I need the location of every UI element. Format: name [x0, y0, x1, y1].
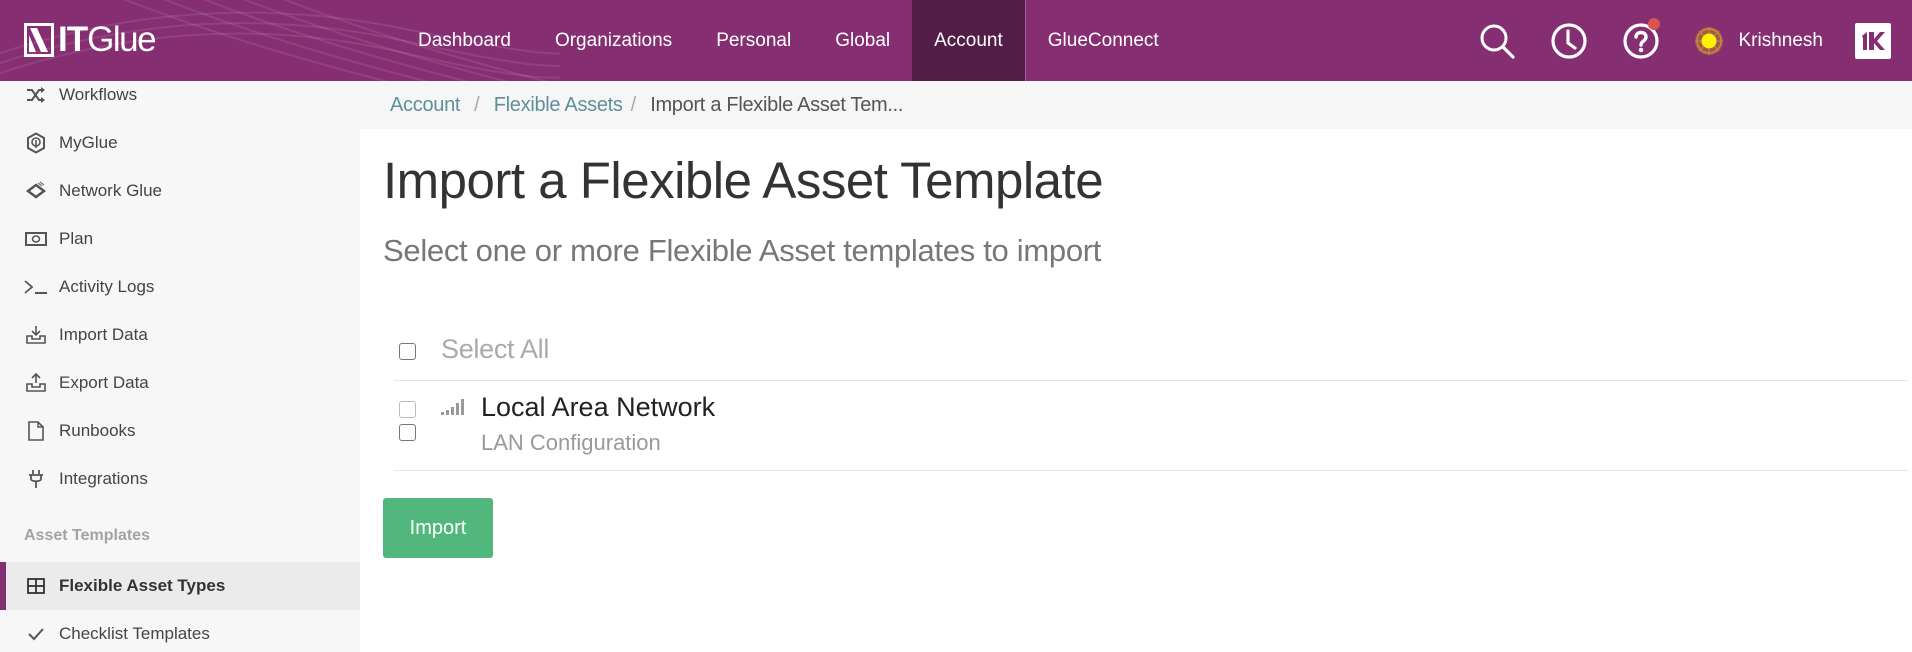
logo-text-glue: Glue	[87, 20, 156, 59]
nav-account[interactable]: Account	[912, 0, 1026, 81]
terminal-icon	[24, 275, 48, 299]
checkmark-icon	[24, 622, 48, 646]
breadcrumb-current: Import a Flexible Asset Tem...	[650, 93, 904, 116]
history-clock-icon	[1550, 22, 1587, 59]
sidebar-item-label: Export Data	[59, 373, 149, 392]
select-all-checkbox[interactable]	[399, 343, 416, 360]
nav-glueconnect[interactable]: GlueConnect	[1026, 0, 1181, 81]
document-icon	[24, 419, 48, 443]
sidebar-item-label: Plan	[59, 229, 94, 248]
breadcrumb-account[interactable]: Account	[390, 94, 460, 117]
sidebar-item-label: Integrations	[59, 469, 148, 488]
sidebar-item-runbooks[interactable]: Runbooks	[0, 407, 360, 455]
nav-global[interactable]: Global	[813, 0, 912, 81]
select-all-label[interactable]: Select All	[441, 334, 549, 365]
user-avatar[interactable]	[1693, 25, 1725, 57]
sidebar-item-label: Runbooks	[59, 421, 136, 440]
sidebar-item-workflows[interactable]: Workflows	[0, 81, 360, 119]
network-glue-icon	[24, 179, 48, 203]
breadcrumb: Account / Flexible Assets / Import a Fle…	[360, 81, 1912, 129]
signal-bars-icon	[441, 399, 464, 415]
page-subtitle: Select one or more Flexible Asset templa…	[383, 233, 1102, 268]
notification-dot	[1647, 17, 1660, 30]
myglue-hexagon-icon	[24, 131, 48, 155]
sidebar-item-label: Activity Logs	[59, 277, 155, 296]
recent-history-button[interactable]	[1549, 21, 1589, 61]
itglue-logo[interactable]: IT Glue	[24, 20, 157, 60]
template-checkbox[interactable]	[399, 424, 416, 441]
sidebar-item-label: MyGlue	[59, 133, 118, 152]
sidebar-item-label: Flexible Asset Types	[59, 576, 226, 595]
kaseya-k-icon	[1862, 31, 1885, 50]
sidebar-item-label: Import Data	[59, 325, 148, 344]
breadcrumb-separator: /	[474, 93, 480, 116]
logo-text-it: IT	[58, 20, 88, 59]
plug-icon	[24, 467, 48, 491]
select-all-row: Select All	[394, 299, 1908, 381]
sidebar-item-label: Checklist Templates	[59, 624, 210, 643]
template-row: Local Area Network LAN Configuration	[394, 381, 1908, 471]
shuffle-icon	[24, 83, 48, 107]
sidebar-item-label: Workflows	[59, 85, 138, 104]
sidebar-item-checklist-templates[interactable]: Checklist Templates	[0, 610, 360, 652]
sidebar-item-activity-logs[interactable]: Activity Logs	[0, 263, 360, 311]
export-tray-icon	[24, 371, 48, 395]
user-name[interactable]: Krishnesh	[1739, 30, 1824, 52]
sidebar-item-plan[interactable]: Plan	[0, 215, 360, 263]
itglue-logo-mark-icon	[24, 23, 54, 57]
template-description: LAN Configuration	[481, 430, 661, 455]
sidebar-item-network-glue[interactable]: Network Glue	[0, 167, 360, 215]
sidebar-item-integrations[interactable]: Integrations	[0, 455, 360, 503]
kaseya-logo[interactable]	[1855, 22, 1891, 59]
grid-icon	[24, 574, 48, 598]
sidebar-item-label: Network Glue	[59, 181, 162, 200]
search-button[interactable]	[1477, 21, 1517, 61]
sidebar-item-flexible-asset-types[interactable]: Flexible Asset Types	[0, 562, 360, 610]
top-navbar: IT Glue Dashboard Organizations Personal…	[0, 0, 1912, 81]
breadcrumb-separator: /	[630, 93, 637, 116]
sidebar-item-import-data[interactable]: Import Data	[0, 311, 360, 359]
breadcrumb-flexible-assets[interactable]: Flexible Assets	[494, 94, 623, 117]
template-name: Local Area Network	[481, 392, 716, 422]
header-actions: Krishnesh	[1477, 0, 1912, 81]
template-checkbox-ghost	[399, 401, 416, 418]
nav-organizations[interactable]: Organizations	[533, 0, 694, 81]
page-title: Import a Flexible Asset Template	[383, 152, 1104, 209]
help-button[interactable]	[1621, 17, 1661, 61]
sidebar-section-asset-templates: Asset Templates	[24, 527, 150, 544]
import-button[interactable]: Import	[383, 498, 493, 558]
nav-personal[interactable]: Personal	[694, 0, 813, 81]
money-bill-icon	[24, 227, 48, 251]
sidebar: Workflows MyGlue Network Glue Plan Activ…	[0, 81, 360, 652]
main-nav: Dashboard Organizations Personal Global …	[396, 0, 1181, 81]
import-tray-icon	[24, 323, 48, 347]
nav-dashboard[interactable]: Dashboard	[396, 0, 533, 81]
search-icon	[1480, 24, 1515, 59]
sidebar-item-myglue[interactable]: MyGlue	[0, 119, 360, 167]
main-content: Account / Flexible Assets / Import a Fle…	[360, 81, 1912, 652]
sidebar-item-export-data[interactable]: Export Data	[0, 359, 360, 407]
